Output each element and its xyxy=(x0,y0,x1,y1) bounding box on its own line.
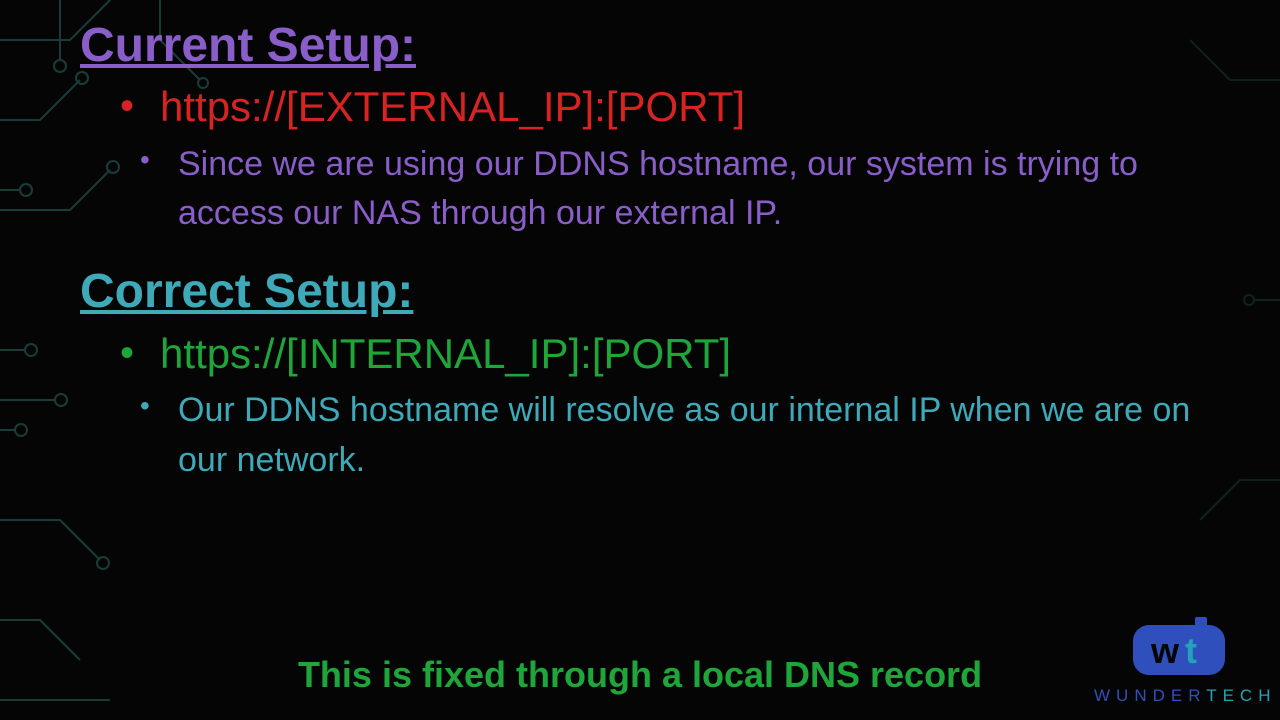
footer-fix-note: This is fixed through a local DNS record xyxy=(0,654,1280,696)
correct-setup-list: https://[INTERNAL_IP]:[PORT] xyxy=(110,326,1200,383)
logo-text-tech: TECH xyxy=(1206,686,1276,705)
wundertech-logo-text: WUNDERTECH xyxy=(1094,686,1264,706)
heading-correct-setup: Correct Setup: xyxy=(80,264,1200,319)
correct-setup-sublist: Our DDNS hostname will resolve as our in… xyxy=(128,386,1200,485)
svg-text:t: t xyxy=(1185,630,1197,671)
current-setup-url: https://[EXTERNAL_IP]:[PORT] xyxy=(110,79,1200,136)
wundertech-logo-icon: w t xyxy=(1133,617,1225,683)
correct-setup-url: https://[INTERNAL_IP]:[PORT] xyxy=(110,326,1200,383)
slide-content: Current Setup: https://[EXTERNAL_IP]:[PO… xyxy=(80,18,1200,485)
current-setup-sublist: Since we are using our DDNS hostname, ou… xyxy=(128,140,1200,239)
current-setup-description: Since we are using our DDNS hostname, ou… xyxy=(128,140,1200,239)
wundertech-logo: w t WUNDERTECH xyxy=(1094,617,1264,706)
correct-setup-description: Our DDNS hostname will resolve as our in… xyxy=(128,386,1200,485)
current-setup-list: https://[EXTERNAL_IP]:[PORT] xyxy=(110,79,1200,136)
svg-text:w: w xyxy=(1150,630,1180,671)
heading-current-setup: Current Setup: xyxy=(80,18,1200,73)
logo-text-wunder: WUNDER xyxy=(1094,686,1206,705)
